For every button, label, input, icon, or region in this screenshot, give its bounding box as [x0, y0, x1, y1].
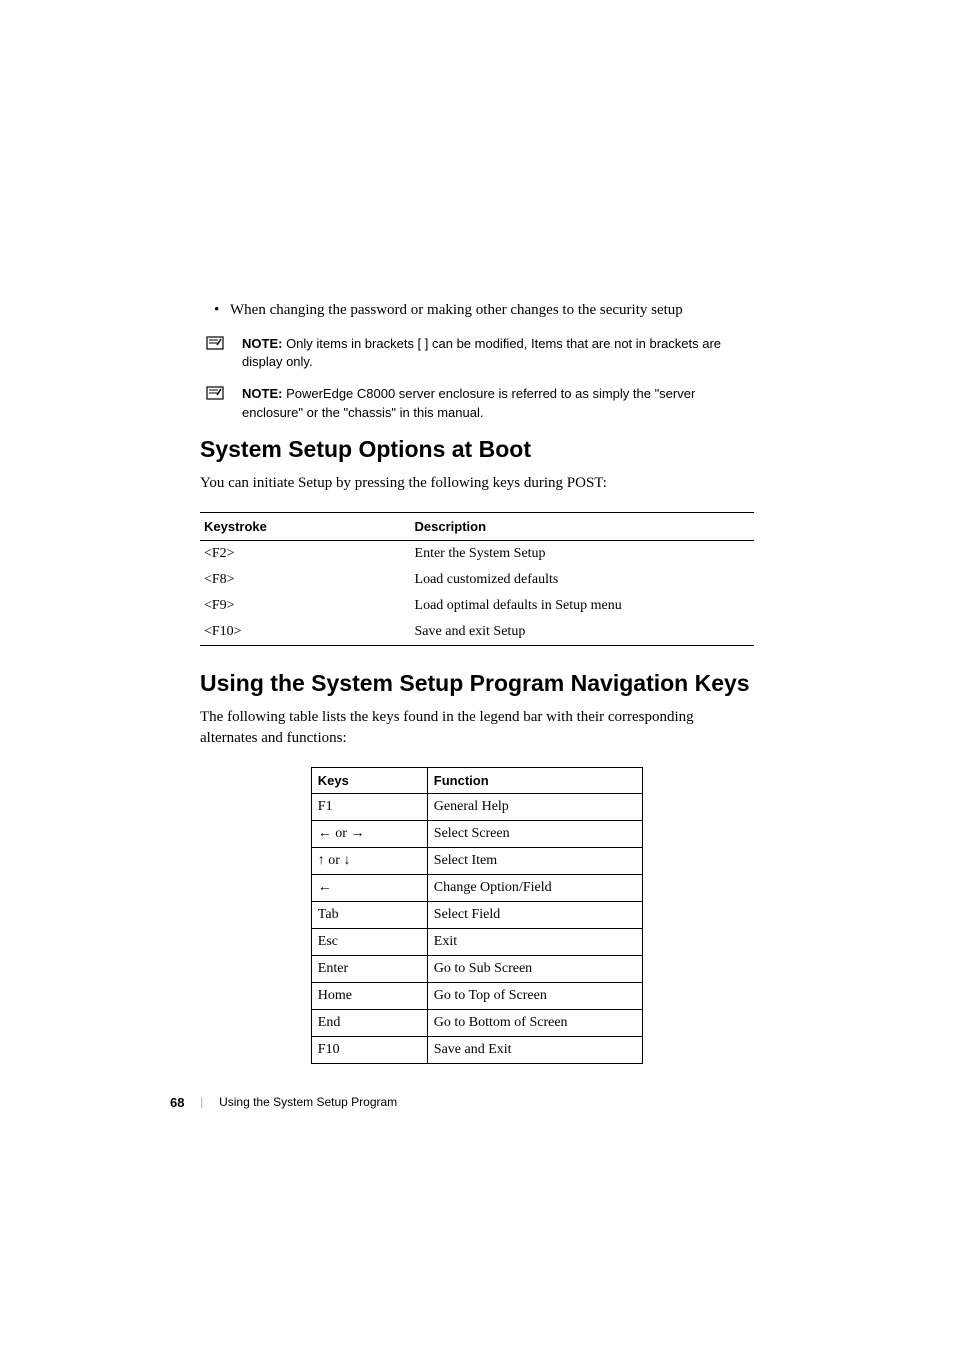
page-content: • When changing the password or making o… — [0, 0, 954, 1088]
cell-function: Select Field — [427, 901, 642, 928]
section1-intro: You can initiate Setup by pressing the f… — [200, 473, 754, 494]
table-row: <F9> Load optimal defaults in Setup menu — [200, 593, 754, 619]
bullet-item: • When changing the password or making o… — [200, 300, 754, 321]
table-row: EnterGo to Sub Screen — [311, 955, 642, 982]
page-footer: 68 | Using the System Setup Program — [170, 1094, 397, 1110]
note-icon — [206, 386, 224, 400]
cell-keystroke: <F8> — [200, 567, 411, 593]
cell-function: Select Item — [427, 847, 642, 874]
cell-key: ← or → — [311, 820, 427, 847]
cell-function: Change Option/Field — [427, 874, 642, 901]
table-row: <F8> Load customized defaults — [200, 567, 754, 593]
cell-key: F1 — [311, 793, 427, 820]
cell-key: End — [311, 1009, 427, 1036]
cell-key: ← — [311, 874, 427, 901]
cell-key: Enter — [311, 955, 427, 982]
cell-keystroke: <F10> — [200, 619, 411, 646]
note-content: NOTE: PowerEdge C8000 server enclosure i… — [242, 385, 754, 421]
cell-function: General Help — [427, 793, 642, 820]
table-header-keys: Keys — [311, 767, 427, 793]
cell-key: Tab — [311, 901, 427, 928]
table-row: TabSelect Field — [311, 901, 642, 928]
section1-heading: System Setup Options at Boot — [200, 436, 754, 463]
note-text: PowerEdge C8000 server enclosure is refe… — [242, 386, 695, 419]
footer-text: Using the System Setup Program — [219, 1095, 397, 1109]
bullet-dot: • — [200, 300, 230, 321]
keys-table-wrap: Keys Function F1General Help ← or →Selec… — [200, 767, 754, 1088]
table-row: ↑ or ↓Select Item — [311, 847, 642, 874]
cell-key: F10 — [311, 1036, 427, 1063]
cell-function: Select Screen — [427, 820, 642, 847]
cell-function: Go to Top of Screen — [427, 982, 642, 1009]
cell-description: Save and exit Setup — [411, 619, 754, 646]
cell-key: ↑ or ↓ — [311, 847, 427, 874]
cell-key: Home — [311, 982, 427, 1009]
table-header-keystroke: Keystroke — [200, 512, 411, 540]
cell-description: Load customized defaults — [411, 567, 754, 593]
cell-description: Load optimal defaults in Setup menu — [411, 593, 754, 619]
note-block-2: NOTE: PowerEdge C8000 server enclosure i… — [200, 385, 754, 421]
note-text: Only items in brackets [ ] can be modifi… — [242, 336, 721, 369]
section2-heading: Using the System Setup Program Navigatio… — [200, 670, 754, 697]
cell-keystroke: <F2> — [200, 540, 411, 567]
note-icon — [206, 336, 224, 350]
table-row: F1General Help — [311, 793, 642, 820]
table-header-function: Function — [427, 767, 642, 793]
cell-function: Go to Sub Screen — [427, 955, 642, 982]
table-row: F10Save and Exit — [311, 1036, 642, 1063]
bullet-text: When changing the password or making oth… — [230, 300, 754, 321]
table-row: HomeGo to Top of Screen — [311, 982, 642, 1009]
cell-function: Save and Exit — [427, 1036, 642, 1063]
cell-function: Exit — [427, 928, 642, 955]
table-row: <F2> Enter the System Setup — [200, 540, 754, 567]
cell-function: Go to Bottom of Screen — [427, 1009, 642, 1036]
nav-keys-table: Keys Function F1General Help ← or →Selec… — [311, 767, 643, 1064]
table-row: ←Change Option/Field — [311, 874, 642, 901]
note-block-1: NOTE: Only items in brackets [ ] can be … — [200, 335, 754, 371]
note-icon-wrap — [200, 385, 242, 421]
table-header-description: Description — [411, 512, 754, 540]
section2-intro: The following table lists the keys found… — [200, 707, 754, 749]
page-number: 68 — [170, 1095, 184, 1110]
note-icon-wrap — [200, 335, 242, 371]
cell-description: Enter the System Setup — [411, 540, 754, 567]
footer-divider: | — [200, 1094, 203, 1110]
table-row: <F10> Save and exit Setup — [200, 619, 754, 646]
table-row: ← or →Select Screen — [311, 820, 642, 847]
note-label: NOTE: — [242, 336, 282, 351]
keystroke-table: Keystroke Description <F2> Enter the Sys… — [200, 512, 754, 646]
note-label: NOTE: — [242, 386, 282, 401]
table-row: EndGo to Bottom of Screen — [311, 1009, 642, 1036]
cell-keystroke: <F9> — [200, 593, 411, 619]
table-row: EscExit — [311, 928, 642, 955]
note-content: NOTE: Only items in brackets [ ] can be … — [242, 335, 754, 371]
cell-key: Esc — [311, 928, 427, 955]
